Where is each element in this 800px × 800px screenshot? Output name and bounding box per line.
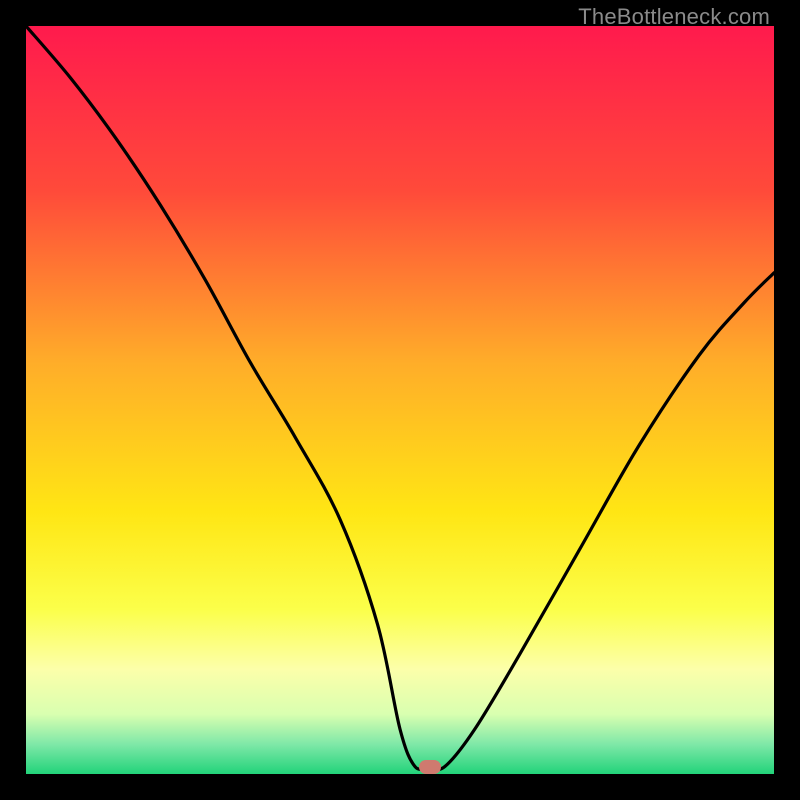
watermark-text: TheBottleneck.com [578,4,770,30]
gradient-background [26,26,774,774]
optimum-marker [419,760,441,774]
plot-area [26,26,774,774]
chart-svg [26,26,774,774]
chart-frame: TheBottleneck.com [0,0,800,800]
